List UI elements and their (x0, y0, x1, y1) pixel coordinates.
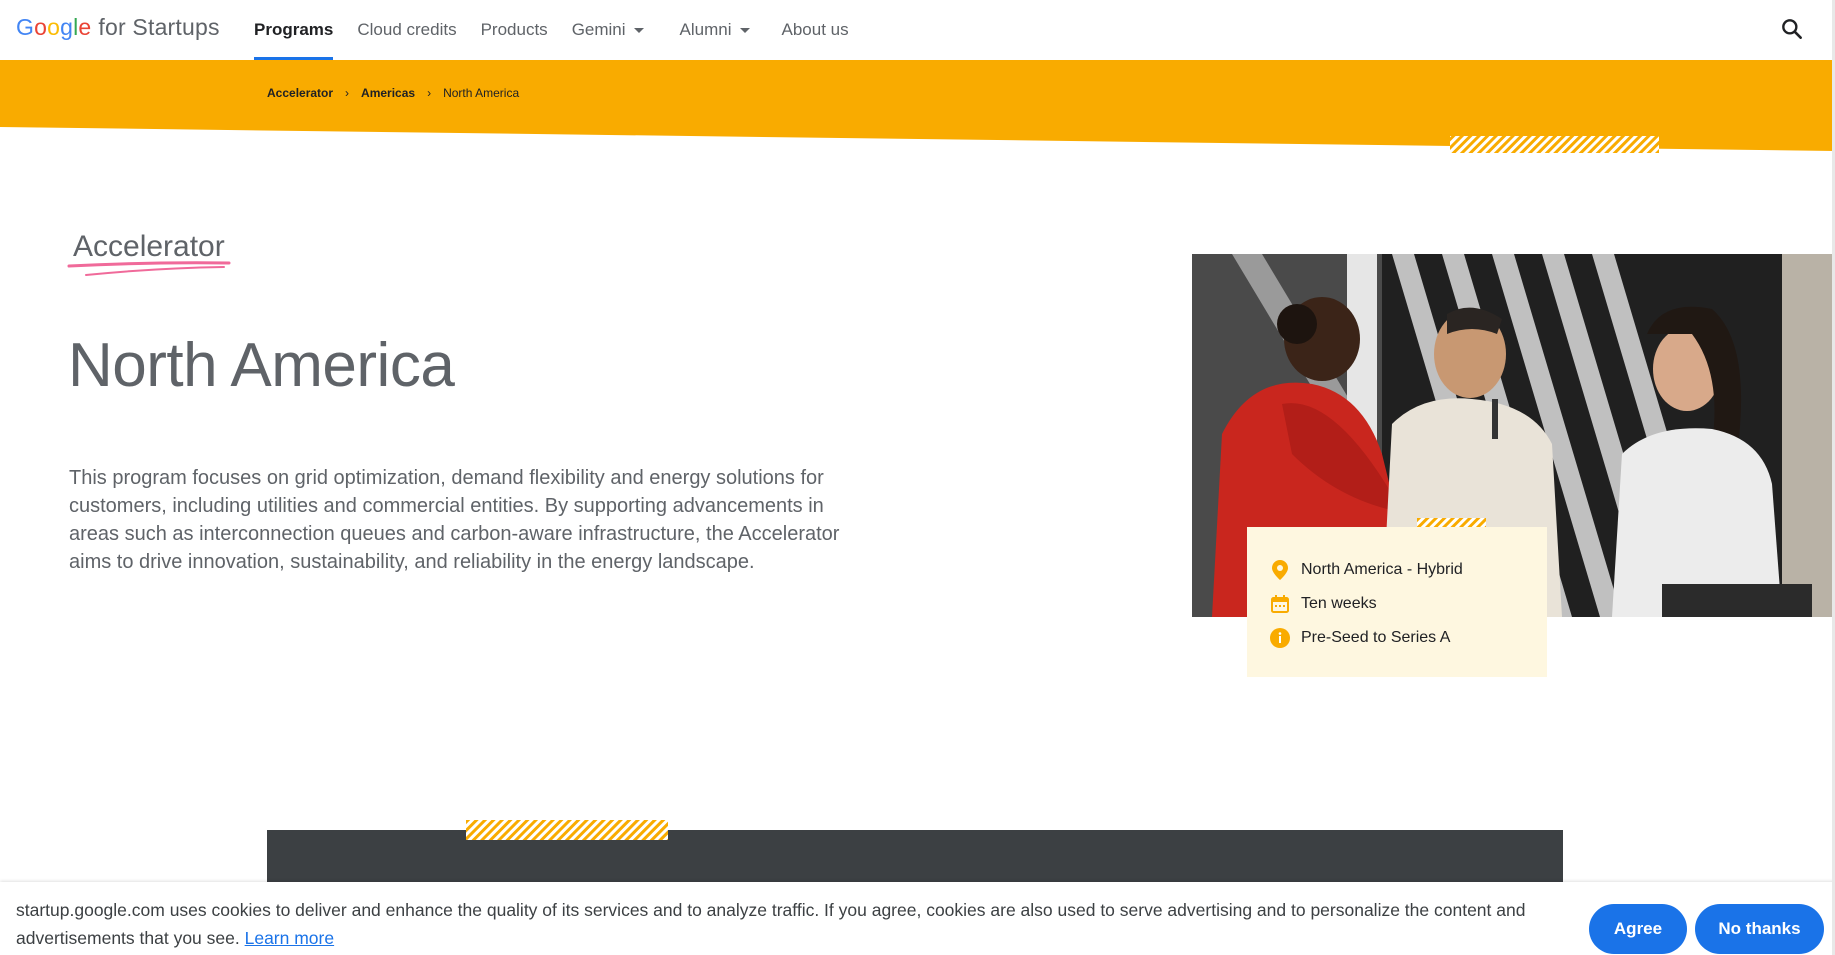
nav-item-gemini[interactable]: Gemini (572, 0, 644, 60)
info-row-duration: Ten weeks (1269, 587, 1547, 621)
nav-item-label: About us (781, 20, 849, 39)
nav-item-cloud-credits[interactable]: Cloud credits (357, 0, 456, 60)
logo-letter: o (47, 14, 61, 40)
location-pin-icon (1269, 559, 1291, 581)
logo-letter: o (34, 14, 48, 40)
info-icon (1269, 627, 1291, 649)
main-nav: Programs Cloud credits Products Gemini A… (254, 0, 873, 60)
logo-suffix: for Startups (98, 14, 220, 40)
cookie-message: startup.google.com uses cookies to deliv… (16, 900, 1526, 948)
site-header: Google for Startups Programs Cloud credi… (0, 0, 1835, 60)
logo-letter: e (78, 14, 92, 40)
breadcrumb-separator: › (427, 86, 432, 100)
eyebrow-underline (67, 261, 231, 276)
cookie-text: startup.google.com uses cookies to deliv… (16, 896, 1586, 952)
agree-button[interactable]: Agree (1589, 904, 1687, 954)
info-row-stage: Pre-Seed to Series A (1269, 621, 1547, 655)
nav-item-label: Gemini (571, 20, 626, 39)
info-location-text: North America - Hybrid (1301, 561, 1463, 578)
nav-item-alumni[interactable]: Alumni (680, 0, 750, 60)
breadcrumb-item-accelerator[interactable]: Accelerator (267, 86, 333, 100)
breadcrumb-item-americas[interactable]: Americas (361, 86, 415, 100)
info-stage-text: Pre-Seed to Series A (1301, 629, 1451, 646)
program-info-card: North America - Hybrid Ten weeks Pre-See… (1247, 527, 1547, 677)
section-hatch-decoration (466, 820, 668, 840)
no-thanks-button[interactable]: No thanks (1695, 904, 1824, 954)
logo-letter: g (60, 14, 74, 40)
nav-item-label: Cloud credits (357, 20, 457, 39)
info-row-location: North America - Hybrid (1269, 553, 1547, 587)
cookie-banner: startup.google.com uses cookies to deliv… (0, 882, 1835, 955)
nav-item-label: Alumni (679, 20, 732, 39)
learn-more-link[interactable]: Learn more (245, 928, 335, 948)
chevron-down-icon (633, 27, 644, 33)
program-description: This program focuses on grid optimizatio… (69, 467, 840, 573)
calendar-icon (1269, 593, 1291, 615)
breadcrumb-item-current: North America (443, 86, 520, 100)
breadcrumb-separator: › (345, 86, 350, 100)
search-icon[interactable] (1779, 16, 1805, 42)
nav-item-about-us[interactable]: About us (782, 0, 849, 60)
breadcrumb: Accelerator › Americas › North America (267, 86, 519, 100)
chevron-down-icon (739, 27, 750, 33)
info-duration-text: Ten weeks (1301, 595, 1377, 612)
google-for-startups-logo[interactable]: Google for Startups (16, 14, 220, 41)
nav-item-label: Products (480, 20, 548, 39)
logo-letter: G (16, 14, 35, 40)
nav-item-products[interactable]: Products (481, 0, 548, 60)
hero-band (0, 60, 1835, 153)
nav-item-label: Programs (254, 20, 334, 39)
page-title: North America (68, 331, 455, 400)
nav-item-programs[interactable]: Programs (254, 0, 334, 60)
